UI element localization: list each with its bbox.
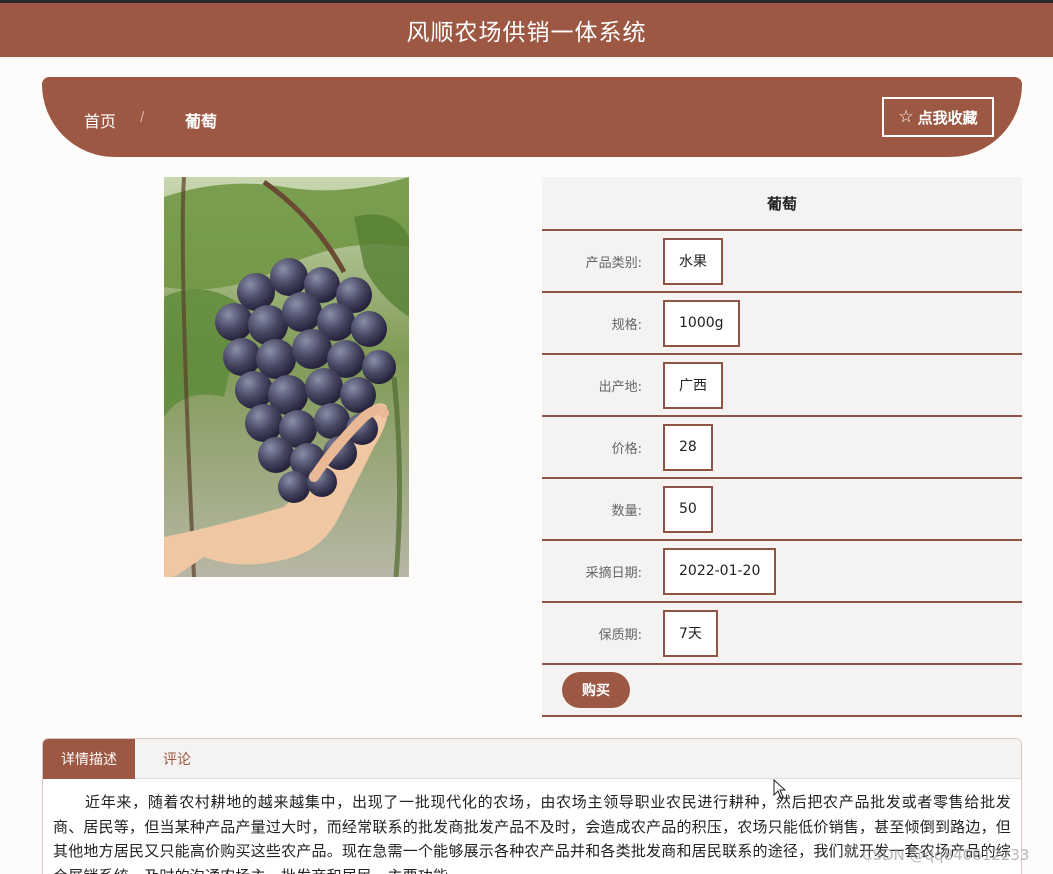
product-info-panel: 葡萄 产品类别: 水果 规格: 1000g 出产地: 广西 价格: 28 数量:… [542, 177, 1022, 717]
field-row-quantity: 数量: 50 [542, 479, 1022, 541]
favorite-button[interactable]: ☆ 点我收藏 [882, 97, 994, 137]
field-value: 28 [663, 423, 713, 471]
field-value: 水果 [663, 237, 723, 285]
buy-row: 购买 [542, 665, 1022, 717]
field-row-category: 产品类别: 水果 [542, 231, 1022, 293]
breadcrumb-home-link[interactable]: 首页 [84, 108, 116, 132]
breadcrumb-separator: / [140, 110, 145, 125]
star-outline-icon: ☆ [898, 107, 914, 127]
field-row-origin: 出产地: 广西 [542, 355, 1022, 417]
product-name: 葡萄 [542, 177, 1022, 231]
app-title: 风顺农场供销一体系统 [406, 20, 647, 46]
tab-description[interactable]: 详情描述 [43, 739, 135, 779]
field-label: 出产地: [598, 379, 642, 395]
breadcrumb-current: 葡萄 [185, 112, 218, 131]
watermark: CSDN @qq840612233 [862, 846, 1030, 864]
field-row-price: 价格: 28 [542, 417, 1022, 479]
field-value: 2022-01-20 [663, 547, 777, 595]
field-value: 7天 [663, 609, 718, 657]
tabs-header: 详情描述 评论 [43, 739, 1021, 779]
mouse-cursor-icon [773, 779, 787, 799]
app-header: 风顺农场供销一体系统 [0, 3, 1053, 57]
field-label: 数量: [611, 503, 642, 519]
field-label: 采摘日期: [585, 565, 642, 581]
grape-photo-illustration [164, 177, 409, 577]
buy-button[interactable]: 购买 [562, 672, 630, 708]
field-row-pick-date: 采摘日期: 2022-01-20 [542, 541, 1022, 603]
field-label: 规格: [611, 317, 642, 333]
field-value: 50 [663, 485, 713, 533]
field-row-spec: 规格: 1000g [542, 293, 1022, 355]
field-label: 价格: [611, 441, 642, 457]
product-image [164, 177, 409, 577]
field-row-shelf-life: 保质期: 7天 [542, 603, 1022, 665]
breadcrumb-bar: 首页 / 葡萄 ☆ 点我收藏 [42, 77, 1022, 157]
field-label: 产品类别: [585, 255, 642, 271]
tab-comments[interactable]: 评论 [135, 739, 219, 779]
favorite-button-label: 点我收藏 [917, 108, 978, 127]
field-label: 保质期: [598, 627, 642, 643]
field-value: 广西 [663, 361, 723, 409]
field-value: 1000g [663, 299, 740, 347]
